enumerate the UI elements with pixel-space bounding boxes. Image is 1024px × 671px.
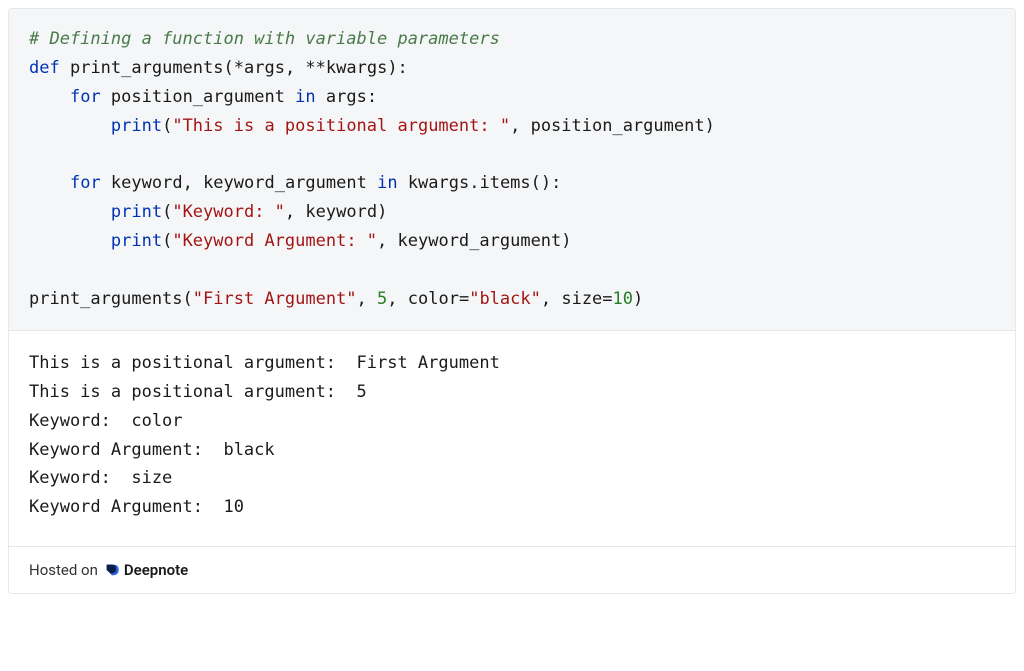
comma: , bbox=[357, 289, 377, 309]
string-literal: "Keyword Argument: " bbox=[172, 231, 377, 251]
equals: = bbox=[459, 289, 469, 309]
keyword-in: in bbox=[377, 173, 397, 193]
arg-ref: position_argument bbox=[531, 116, 705, 136]
sig-open: (* bbox=[224, 58, 244, 78]
output-line: Keyword Argument: black bbox=[29, 440, 275, 460]
deepnote-icon bbox=[104, 562, 120, 578]
keyword-for: for bbox=[70, 87, 101, 107]
comma: , bbox=[510, 116, 530, 136]
notebook-container: # Defining a function with variable para… bbox=[8, 8, 1016, 594]
comma: , bbox=[377, 231, 397, 251]
footer: Hosted on Deepnote bbox=[9, 546, 1015, 593]
number-literal: 5 bbox=[377, 289, 387, 309]
string-literal: "black" bbox=[469, 289, 541, 309]
iter-kwargs: kwargs bbox=[408, 173, 469, 193]
var-position: position_argument bbox=[111, 87, 285, 107]
string-literal: "Keyword: " bbox=[172, 202, 285, 222]
indent bbox=[29, 173, 70, 193]
paren: ( bbox=[162, 202, 172, 222]
paren: ) bbox=[705, 116, 715, 136]
paren: ) bbox=[377, 202, 387, 222]
comma: , bbox=[285, 202, 305, 222]
indent bbox=[29, 116, 111, 136]
arg-ref: keyword_argument bbox=[398, 231, 562, 251]
number-literal: 10 bbox=[613, 289, 633, 309]
builtin-print: print bbox=[111, 231, 162, 251]
hosted-on-text: Hosted on bbox=[29, 561, 98, 579]
output-line: Keyword: color bbox=[29, 411, 183, 431]
deepnote-link[interactable]: Deepnote bbox=[104, 561, 188, 579]
builtin-print: print bbox=[111, 202, 162, 222]
arg-ref: keyword bbox=[305, 202, 377, 222]
indent bbox=[29, 202, 111, 222]
code-cell[interactable]: # Defining a function with variable para… bbox=[9, 9, 1015, 330]
output-cell: This is a positional argument: First Arg… bbox=[9, 330, 1015, 546]
sig-close: ): bbox=[387, 58, 407, 78]
paren: ( bbox=[183, 289, 193, 309]
call-func: print_arguments bbox=[29, 289, 183, 309]
method-items: .items() bbox=[469, 173, 551, 193]
colon: : bbox=[367, 87, 377, 107]
keyword-for: for bbox=[70, 173, 101, 193]
var-kwarg: keyword_argument bbox=[203, 173, 367, 193]
output-line: Keyword Argument: 10 bbox=[29, 497, 244, 517]
indent bbox=[29, 87, 70, 107]
paren: ( bbox=[162, 231, 172, 251]
iter-args: args bbox=[326, 87, 367, 107]
param-kwargs: kwargs bbox=[326, 58, 387, 78]
comma: , bbox=[541, 289, 561, 309]
function-name: print_arguments bbox=[70, 58, 224, 78]
keyword-def: def bbox=[29, 58, 60, 78]
colon: : bbox=[551, 173, 561, 193]
builtin-print: print bbox=[111, 116, 162, 136]
var-keyword: keyword bbox=[111, 173, 183, 193]
output-line: This is a positional argument: 5 bbox=[29, 382, 367, 402]
paren: ( bbox=[162, 116, 172, 136]
output-line: This is a positional argument: First Arg… bbox=[29, 353, 500, 373]
code-comment: # Defining a function with variable para… bbox=[29, 29, 500, 49]
kw-name: size bbox=[561, 289, 602, 309]
sig-mid: , ** bbox=[285, 58, 326, 78]
indent bbox=[29, 231, 111, 251]
string-literal: "First Argument" bbox=[193, 289, 357, 309]
keyword-in: in bbox=[295, 87, 315, 107]
equals: = bbox=[602, 289, 612, 309]
string-literal: "This is a positional argument: " bbox=[172, 116, 510, 136]
comma: , bbox=[387, 289, 407, 309]
paren: ) bbox=[633, 289, 643, 309]
paren: ) bbox=[561, 231, 571, 251]
kw-name: color bbox=[408, 289, 459, 309]
deepnote-brand-text: Deepnote bbox=[124, 561, 188, 579]
param-args: args bbox=[244, 58, 285, 78]
output-line: Keyword: size bbox=[29, 468, 172, 488]
comma: , bbox=[183, 173, 203, 193]
